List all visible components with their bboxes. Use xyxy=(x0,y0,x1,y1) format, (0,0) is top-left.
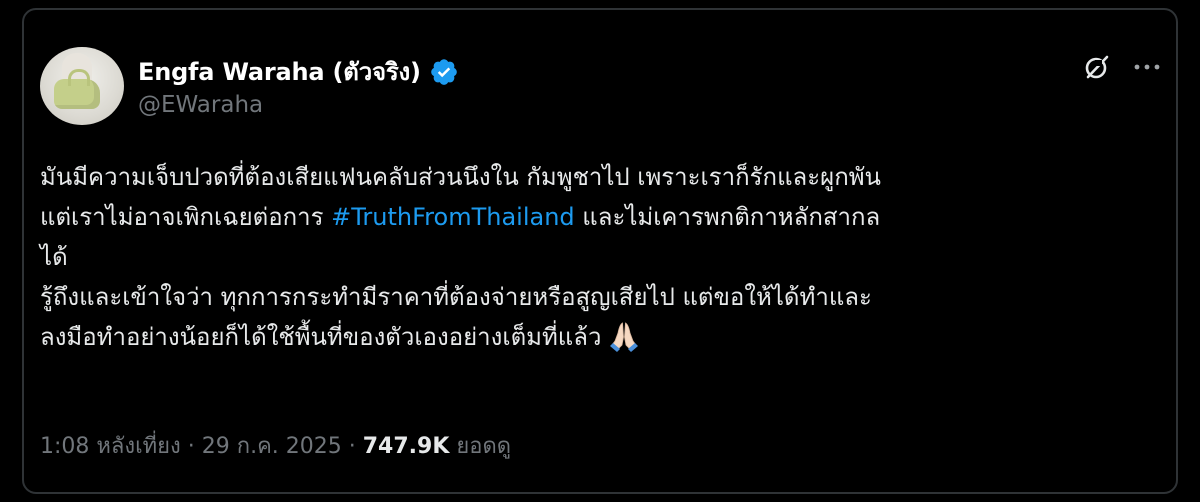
tweet-time[interactable]: 1:08 หลังเที่ยง xyxy=(40,434,181,459)
author-handle[interactable]: @EWaraha xyxy=(138,92,263,118)
more-options-icon[interactable] xyxy=(1130,52,1164,82)
views-count[interactable]: 747.9K xyxy=(363,434,450,459)
hashtag-link[interactable]: #TruthFromThailand xyxy=(331,203,574,231)
author-display-name[interactable]: Engfa Waraha (ตัวจริง) xyxy=(138,52,421,91)
tweet-text-line: รู้ถึงและเข้าใจว่า ทุกการกระทำมีราคาที่ต… xyxy=(40,277,1160,317)
tweet-text-segment: มันมีความเจ็บปวดที่ต้องเสียแฟนคลับส่วนนึ… xyxy=(40,163,881,191)
tweet-meta: 1:08 หลังเที่ยง · 29 ก.ค. 2025 · 747.9K … xyxy=(40,428,511,463)
tweet-text-line: มันมีความเจ็บปวดที่ต้องเสียแฟนคลับส่วนนึ… xyxy=(40,157,1160,197)
meta-separator: · xyxy=(341,434,363,459)
tweet-text: มันมีความเจ็บปวดที่ต้องเสียแฟนคลับส่วนนึ… xyxy=(40,157,1160,357)
views-label: ยอดดู xyxy=(456,434,512,459)
tweet-text-line: ลงมือทำอย่างน้อยก็ได้ใช้พื้นที่ของตัวเอง… xyxy=(40,317,1160,357)
tweet-text-segment: ลงมือทำอย่างน้อยก็ได้ใช้พื้นที่ของตัวเอง… xyxy=(40,323,602,351)
tweet-text-segment: ได้ xyxy=(40,243,68,271)
tweet-text-line: แต่เราไม่อาจเพิกเฉยต่อการ #TruthFromThai… xyxy=(40,197,1160,237)
tweet-text-segment: และไม่เคารพกติกาหลักสากล xyxy=(574,203,881,231)
avatar-bag xyxy=(54,69,100,109)
tweet-date[interactable]: 29 ก.ค. 2025 xyxy=(202,434,342,459)
folded-hands-icon xyxy=(607,319,641,353)
tweet-top-actions xyxy=(1082,52,1164,82)
verified-badge-icon[interactable] xyxy=(429,57,459,87)
avatar[interactable] xyxy=(40,47,124,125)
grok-icon[interactable] xyxy=(1082,52,1112,82)
meta-separator: · xyxy=(180,434,202,459)
tweet-text-segment: รู้ถึงและเข้าใจว่า ทุกการกระทำมีราคาที่ต… xyxy=(40,283,872,311)
author-name-row: Engfa Waraha (ตัวจริง) xyxy=(138,52,459,91)
tweet-text-segment: แต่เราไม่อาจเพิกเฉยต่อการ xyxy=(40,203,332,231)
tweet-text-line: ได้ xyxy=(40,237,1160,277)
